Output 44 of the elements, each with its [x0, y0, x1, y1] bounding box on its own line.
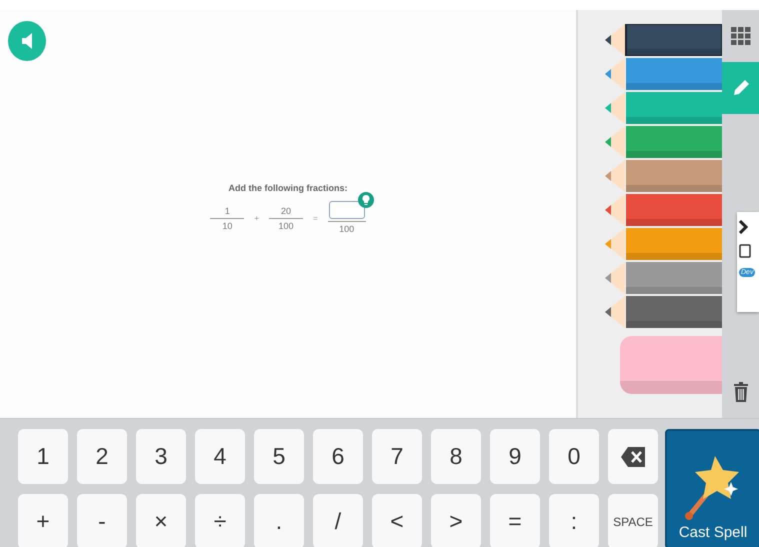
key[interactable]: 2 [77, 429, 127, 484]
key[interactable]: - [77, 494, 127, 547]
operator: = [313, 214, 318, 222]
sound-button[interactable] [8, 21, 46, 61]
key[interactable]: < [372, 494, 422, 547]
pencil[interactable] [605, 296, 722, 328]
chevron-icon[interactable] [739, 220, 749, 234]
numerator: 1 [224, 204, 230, 218]
key[interactable]: > [431, 494, 481, 547]
key[interactable]: 4 [195, 429, 245, 484]
key[interactable]: 5 [254, 429, 304, 484]
pencil-tool[interactable] [722, 62, 759, 114]
cast-spell-button[interactable]: Cast Spell [665, 429, 759, 547]
key[interactable]: + [18, 494, 68, 547]
denominator: 10 [222, 220, 232, 232]
key[interactable]: 7 [372, 429, 422, 484]
key[interactable]: . [254, 494, 304, 547]
backspace-icon [621, 446, 645, 466]
key[interactable]: 3 [136, 429, 186, 484]
key[interactable]: ÷ [195, 494, 245, 547]
key[interactable]: 0 [549, 429, 599, 484]
tablet-icon[interactable] [739, 244, 751, 258]
answer-box[interactable] [328, 200, 365, 218]
key[interactable]: 8 [431, 429, 481, 484]
trash-icon [734, 382, 748, 402]
key[interactable]: : [549, 494, 599, 547]
lightbulb-icon [362, 194, 370, 204]
operator: + [254, 214, 259, 222]
key[interactable]: 6 [313, 429, 363, 484]
question-prompt: Add the following fractions: [228, 182, 348, 192]
denominator: 100 [278, 220, 294, 232]
backspace-key[interactable] [608, 429, 658, 484]
space-key[interactable]: SPACE [608, 494, 658, 547]
pencil[interactable] [605, 24, 722, 56]
speaker-icon [22, 33, 32, 49]
key[interactable]: 9 [490, 429, 540, 484]
key[interactable]: 1 [18, 429, 68, 484]
key[interactable]: × [136, 494, 186, 547]
denominator: 100 [339, 222, 354, 236]
key[interactable]: / [313, 494, 363, 547]
key[interactable]: = [490, 494, 540, 547]
grid-icon [730, 27, 750, 45]
numerator: 20 [280, 204, 291, 218]
hint-button[interactable] [358, 192, 374, 208]
